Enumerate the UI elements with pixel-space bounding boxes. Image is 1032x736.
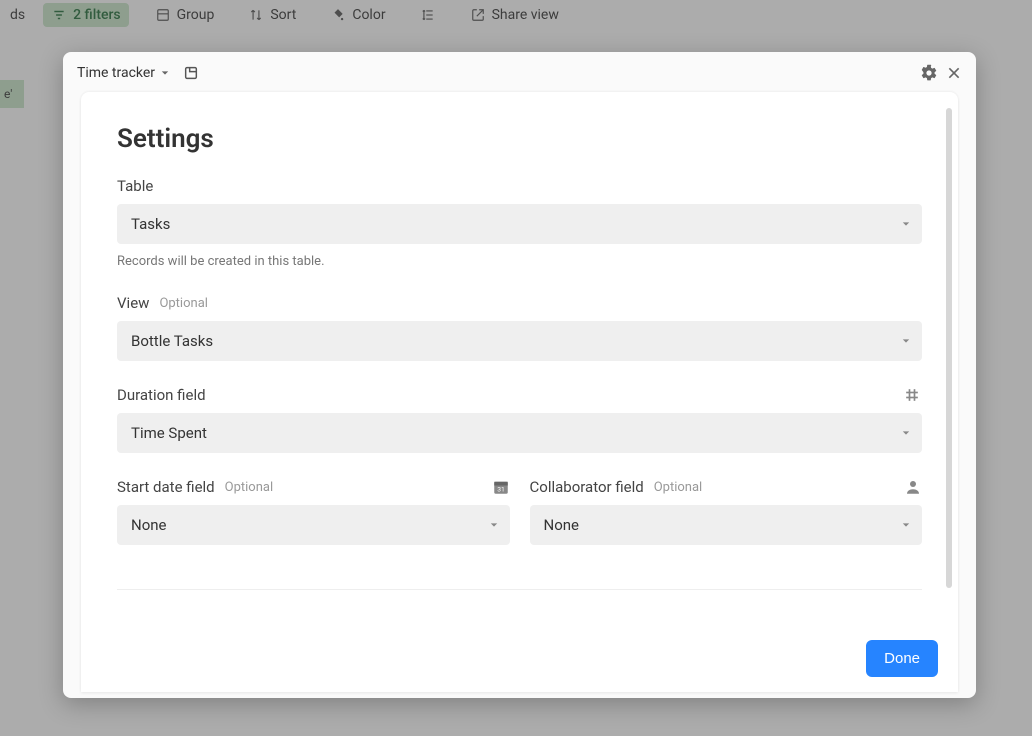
modal: Time tracker Settings Table Tasks xyxy=(63,52,976,698)
settings-gear-icon[interactable] xyxy=(920,64,938,82)
view-label: View xyxy=(117,294,149,312)
duration-select[interactable]: Time Spent xyxy=(117,413,922,453)
table-value: Tasks xyxy=(131,215,170,233)
start-date-label: Start date field xyxy=(117,478,215,496)
caret-down-icon xyxy=(490,521,498,529)
collaborator-select[interactable]: None xyxy=(530,505,923,545)
table-select[interactable]: Tasks xyxy=(117,204,922,244)
close-icon[interactable] xyxy=(946,65,962,81)
start-date-optional: Optional xyxy=(225,480,273,495)
modal-header: Time tracker xyxy=(63,52,976,92)
caret-down-icon xyxy=(161,69,169,77)
done-button[interactable]: Done xyxy=(866,640,938,677)
number-icon xyxy=(902,385,922,405)
section-divider xyxy=(117,589,922,590)
field-duration: Duration field Time Spent xyxy=(117,385,922,453)
caret-down-icon xyxy=(902,521,910,529)
settings-card: Settings Table Tasks Records will be cre… xyxy=(81,92,958,692)
calendar-icon: 31 xyxy=(492,478,510,496)
collaborator-value: None xyxy=(544,516,580,534)
collaborator-optional: Optional xyxy=(654,480,702,495)
view-value: Bottle Tasks xyxy=(131,332,213,350)
duration-label: Duration field xyxy=(117,386,206,404)
start-date-select[interactable]: None xyxy=(117,505,510,545)
settings-footer: Done xyxy=(81,624,958,692)
svg-text:31: 31 xyxy=(497,486,505,494)
field-start-date: Start date field Optional 31 None xyxy=(117,477,510,545)
duration-value: Time Spent xyxy=(131,424,207,442)
modal-title: Time tracker xyxy=(77,65,155,81)
modal-title-dropdown[interactable]: Time tracker xyxy=(77,65,169,81)
person-icon xyxy=(904,478,922,496)
view-optional: Optional xyxy=(159,296,207,311)
caret-down-icon xyxy=(902,220,910,228)
field-collaborator: Collaborator field Optional None xyxy=(530,477,923,545)
field-table: Table Tasks Records will be created in t… xyxy=(117,176,922,269)
caret-down-icon xyxy=(902,337,910,345)
collaborator-label: Collaborator field xyxy=(530,478,644,496)
settings-heading: Settings xyxy=(117,124,922,154)
start-date-value: None xyxy=(131,516,167,534)
open-window-icon[interactable] xyxy=(183,65,199,81)
settings-scroll-area: Settings Table Tasks Records will be cre… xyxy=(81,92,958,624)
view-select[interactable]: Bottle Tasks xyxy=(117,321,922,361)
table-label: Table xyxy=(117,177,153,195)
table-helper: Records will be created in this table. xyxy=(117,254,922,269)
field-view: View Optional Bottle Tasks xyxy=(117,293,922,361)
caret-down-icon xyxy=(902,429,910,437)
